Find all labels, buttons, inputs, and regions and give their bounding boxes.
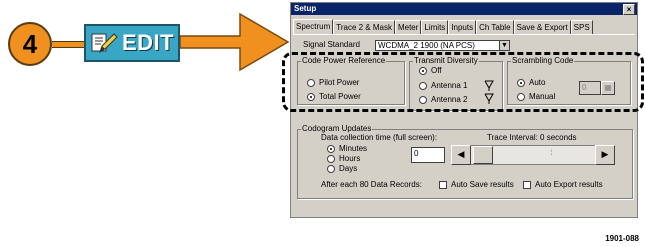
collection-time-label: Data collection time (full screen): <box>321 133 438 142</box>
tab-save-export[interactable]: Save & Export <box>513 20 571 34</box>
scrollbar-tick: ¦ <box>551 150 553 156</box>
pointer-arrow <box>180 12 290 72</box>
time-scrollbar-thumb[interactable] <box>473 146 493 164</box>
tab-panel-edge <box>293 34 635 35</box>
tab-inputs[interactable]: Inputs <box>448 20 477 34</box>
codogram-updates-title: Codogram Updates <box>301 124 373 133</box>
step-number-badge: 4 <box>8 22 52 66</box>
figure-number: 1901-088 <box>605 234 639 243</box>
callout-connector <box>52 41 86 48</box>
minutes-radio[interactable] <box>327 145 335 153</box>
hours-label: Hours <box>339 154 361 163</box>
hours-radio[interactable] <box>327 155 335 163</box>
tab-ch-table[interactable]: Ch Table <box>476 20 514 34</box>
edit-button-label: EDIT <box>122 30 175 55</box>
days-label: Days <box>339 164 358 173</box>
collection-time-field[interactable]: 0 <box>411 147 445 163</box>
chevron-down-icon[interactable]: ▼ <box>499 40 510 51</box>
minutes-label: Minutes <box>339 144 368 153</box>
tab-limits[interactable]: Limits <box>421 20 449 34</box>
tab-bar: Spectrum Trace 2 & Mask Meter Limits Inp… <box>293 19 593 35</box>
edit-pencil-icon <box>91 33 118 54</box>
auto-export-checkbox[interactable] <box>523 181 531 189</box>
signal-standard-label: Signal Standard <box>303 40 360 49</box>
trace-interval-label: Trace Interval: 0 seconds <box>487 133 577 142</box>
dialog-titlebar: Setup × <box>291 3 637 15</box>
days-radio[interactable] <box>327 165 335 173</box>
tab-trace-mask[interactable]: Trace 2 & Mask <box>333 20 395 34</box>
close-icon[interactable]: × <box>623 4 635 15</box>
scroll-left-button[interactable]: ◀ <box>451 145 471 165</box>
dialog-title: Setup <box>294 4 317 13</box>
auto-save-label: Auto Save results <box>451 180 514 189</box>
highlight-outline <box>282 52 644 112</box>
auto-export-label: Auto Export results <box>535 180 603 189</box>
auto-save-checkbox[interactable] <box>439 181 447 189</box>
after-records-label: After each 80 Data Records: <box>321 180 422 189</box>
tab-meter[interactable]: Meter <box>394 20 422 34</box>
tab-sps[interactable]: SPS <box>570 20 593 34</box>
scroll-right-button[interactable]: ▶ <box>595 145 615 165</box>
tab-spectrum[interactable]: Spectrum <box>293 19 334 35</box>
signal-standard-select[interactable]: WCDMA_2 1900 (NA PCS) <box>375 40 503 51</box>
edit-button[interactable]: EDIT <box>84 24 180 62</box>
